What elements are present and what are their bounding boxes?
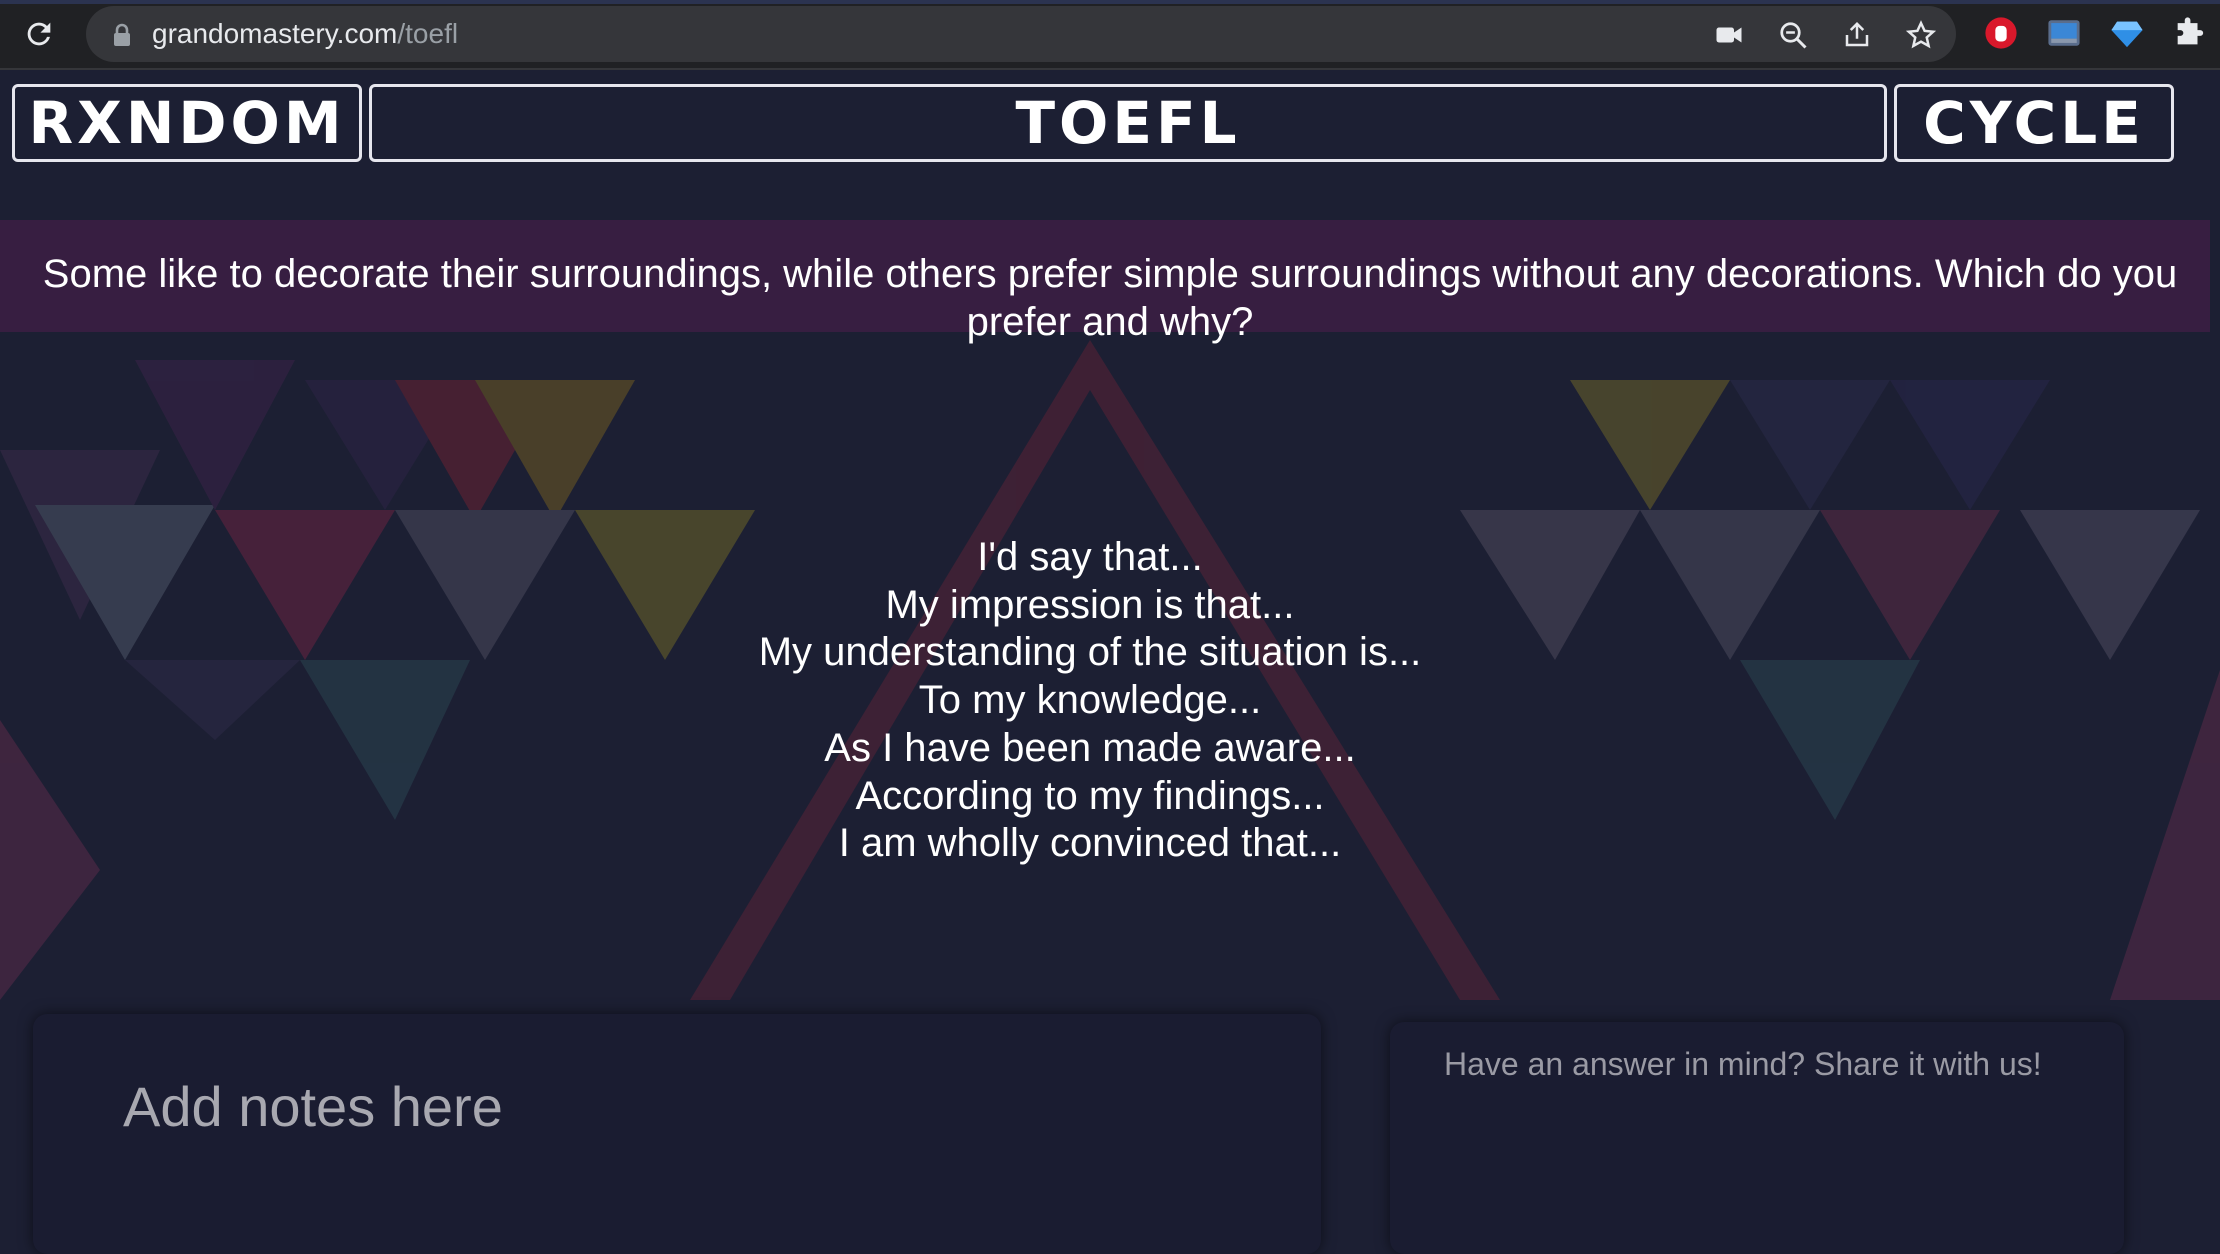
diamond-extension-icon[interactable] [2110,16,2144,50]
notes-input[interactable] [121,1070,1225,1142]
phrase-item: To my knowledge... [918,678,1262,723]
phrase-item: As I have been made aware... [824,725,1356,770]
camera-icon[interactable] [1714,20,1744,50]
window-top-strip [0,0,2220,4]
url-path: /toefl [397,18,459,49]
browser-toolbar: grandomastery.com/toefl [0,0,2220,70]
answer-panel [1390,1022,2124,1254]
phrase-item: I'd say that... [977,535,1203,579]
puzzle-extensions-icon[interactable] [2172,16,2206,50]
phrase-list: I'd say that... My impression is that...… [590,534,1590,868]
stop-hand-extension-icon[interactable] [1984,16,2018,50]
page-title: TOEFL [369,84,1887,162]
answer-input[interactable] [1442,1044,2086,1138]
bookmark-star-icon[interactable] [1906,20,1936,50]
url-host: grandomastery.com [152,18,398,49]
reload-icon[interactable] [22,17,56,51]
random-button[interactable]: RXNDOM [12,84,362,162]
url-text[interactable]: grandomastery.com/toefl [152,6,458,62]
zoom-icon[interactable] [1778,20,1808,50]
phrase-item: I am wholly convinced that... [838,821,1342,866]
cycle-label: CYCLE [1923,89,2145,157]
share-icon[interactable] [1842,20,1872,50]
lock-icon[interactable] [110,22,134,48]
random-label: RXNDOM [28,89,346,157]
question-text: Some like to decorate their surroundings… [42,252,2178,344]
cycle-button[interactable]: CYCLE [1894,84,2174,162]
notes-panel [33,1014,1321,1254]
phrase-item: My impression is that... [885,582,1295,627]
address-bar[interactable]: grandomastery.com/toefl [86,6,1956,62]
phrase-item: According to my findings... [855,773,1325,818]
phrase-item: My understanding of the situation is... [758,630,1422,675]
page-title-text: TOEFL [1015,89,1241,157]
screen-extension-icon[interactable] [2047,16,2081,50]
